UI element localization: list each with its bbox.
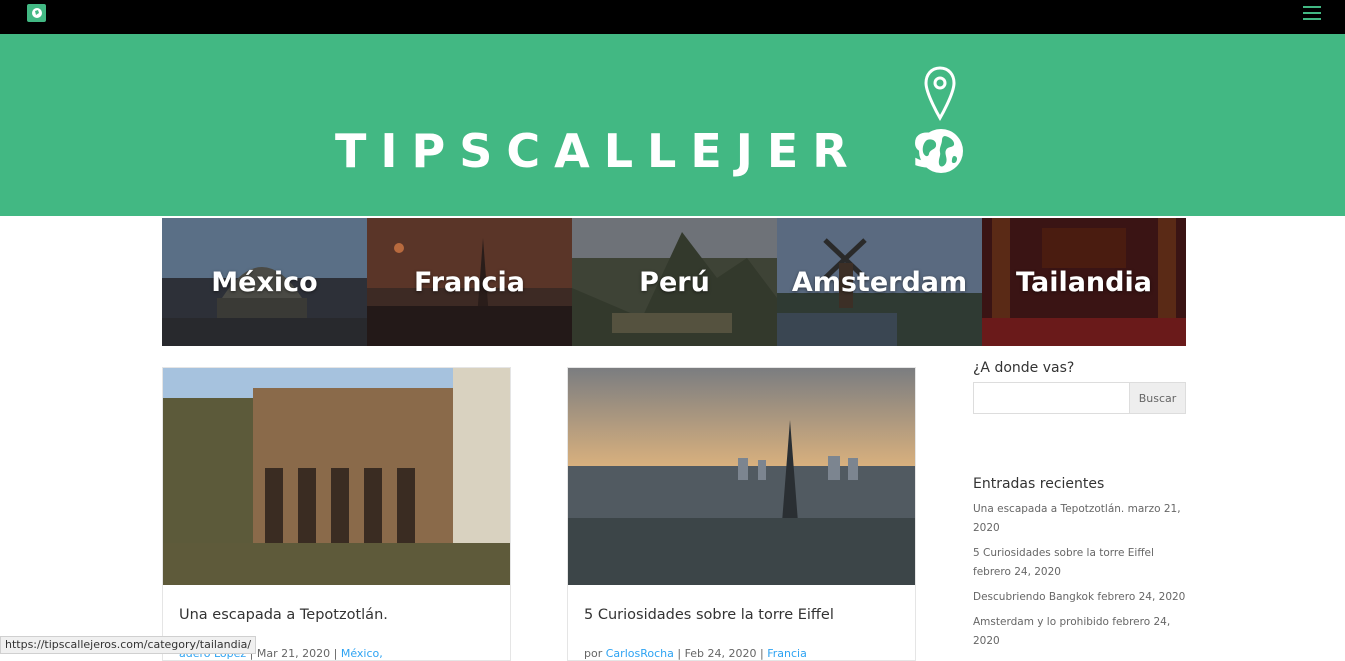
category-label-peru: Perú: [639, 266, 710, 298]
category-tile-tailandia[interactable]: Tailandia: [982, 218, 1186, 346]
brand-text-prefix: TIPSCALLEJER: [335, 124, 862, 178]
search-button[interactable]: Buscar: [1129, 382, 1186, 414]
recent-post-item[interactable]: 5 Curiosidades sobre la torre Eiffel feb…: [973, 544, 1186, 582]
recent-posts-heading: Entradas recientes: [973, 476, 1105, 492]
post-image-eiffel[interactable]: [568, 368, 915, 585]
category-label-amsterdam: Amsterdam: [791, 266, 968, 298]
category-label-francia: Francia: [414, 266, 525, 298]
site-logo-icon[interactable]: [27, 4, 46, 22]
recent-posts-widget: Entradas recientes Una escapada a Tepotz…: [973, 476, 1186, 657]
location-pin-icon: [924, 66, 956, 121]
post-title[interactable]: 5 Curiosidades sobre la torre Eiffel: [568, 585, 915, 633]
globe-icon: [919, 129, 963, 173]
category-label-mexico: México: [211, 266, 318, 298]
post-card: Una escapada a Tepotzotlán. adero López …: [162, 367, 511, 661]
recent-post-item[interactable]: Amsterdam y lo prohibido febrero 24, 202…: [973, 613, 1186, 651]
recent-posts-list: Una escapada a Tepotzotlán. marzo 21, 20…: [973, 500, 1186, 651]
category-tile-mexico[interactable]: México: [162, 218, 367, 346]
category-strip: México Francia Perú Amsterdam Tailandia: [162, 218, 1186, 346]
search-form: Buscar: [973, 382, 1186, 414]
search-input[interactable]: [973, 382, 1129, 414]
sidebar-search-widget: ¿A donde vas? Buscar: [973, 360, 1186, 414]
recent-post-item[interactable]: Una escapada a Tepotzotlán. marzo 21, 20…: [973, 500, 1186, 538]
category-tile-peru[interactable]: Perú: [572, 218, 777, 346]
browser-status-bar: https://tipscallejeros.com/category/tail…: [0, 636, 257, 654]
site-brand-logo[interactable]: TIPSCALLEJERS: [335, 124, 959, 178]
category-tile-francia[interactable]: Francia: [367, 218, 572, 346]
top-navigation-bar: [0, 0, 1345, 34]
post-card: 5 Curiosidades sobre la torre Eiffel por…: [567, 367, 916, 661]
post-image-aqueduct[interactable]: [163, 368, 510, 585]
recent-post-item[interactable]: Descubriendo Bangkok febrero 24, 2020: [973, 588, 1186, 607]
search-heading: ¿A donde vas?: [973, 360, 1075, 376]
hamburger-menu-icon[interactable]: [1303, 6, 1321, 20]
category-label-tailandia: Tailandia: [1016, 266, 1152, 298]
post-title[interactable]: Una escapada a Tepotzotlán.: [163, 585, 510, 633]
post-meta: por CarlosRocha | Feb 24, 2020 | Francia: [584, 647, 807, 660]
category-tile-amsterdam[interactable]: Amsterdam: [777, 218, 982, 346]
